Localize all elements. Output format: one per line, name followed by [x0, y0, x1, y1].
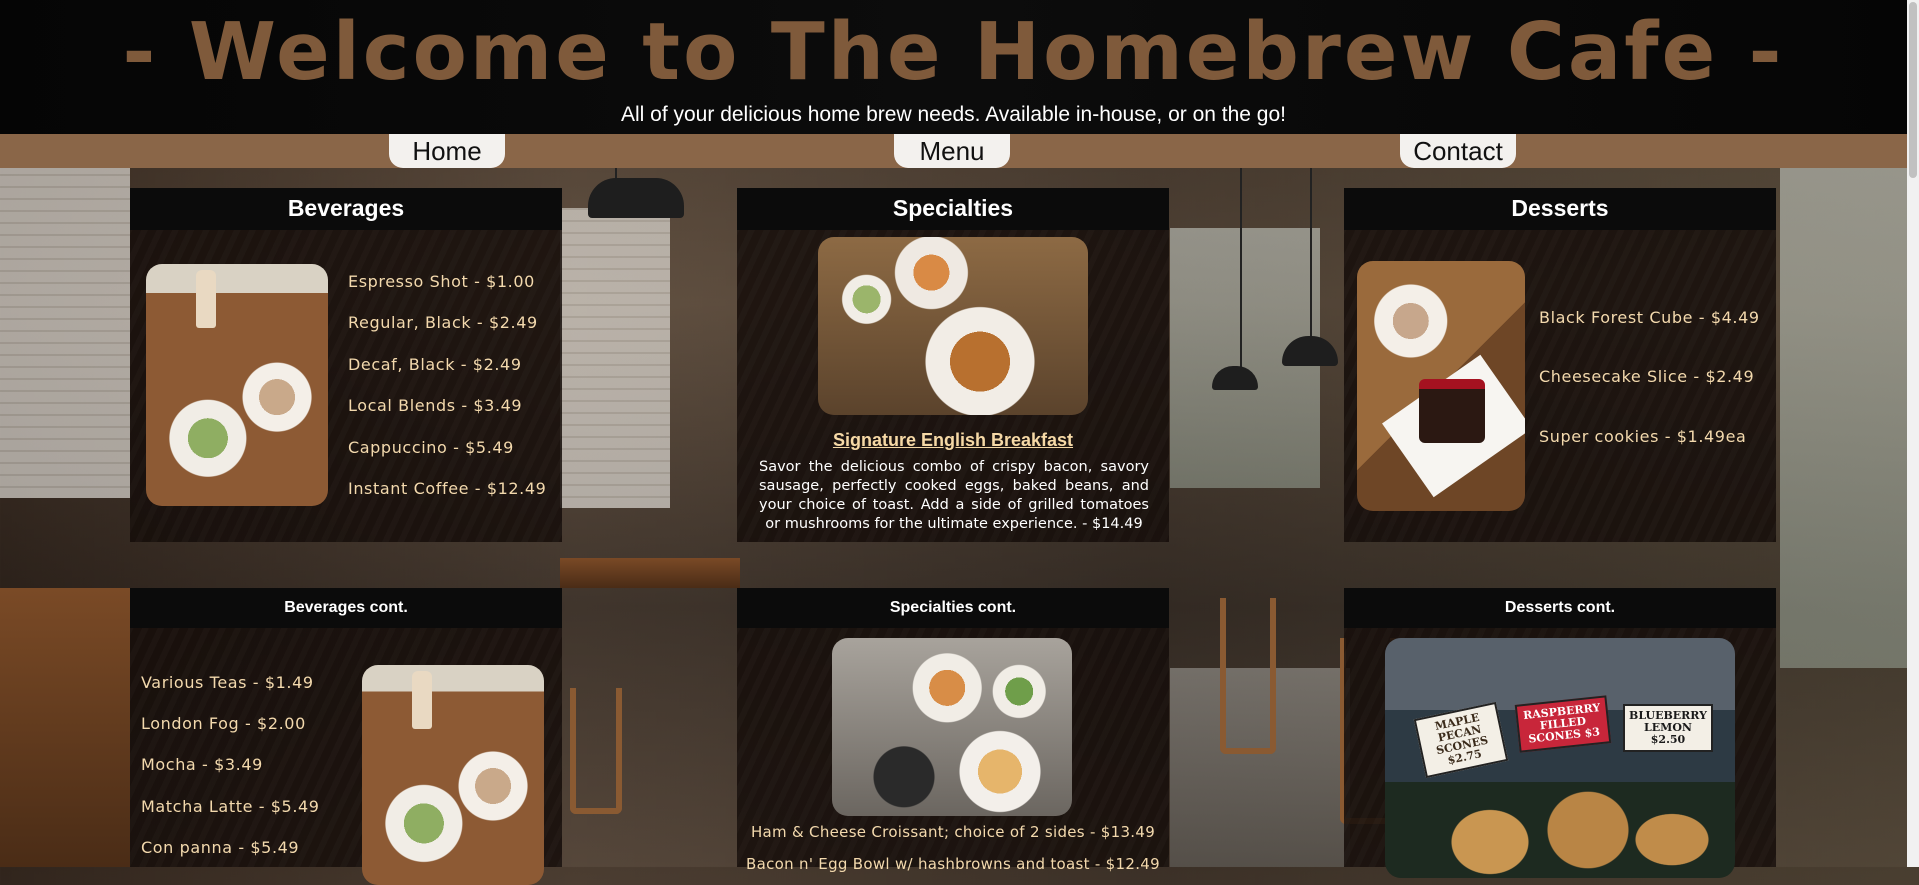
site-tagline: All of your delicious home brew needs. A… — [620, 103, 1287, 126]
desserts-cont-heading: Desserts cont. — [1344, 588, 1776, 628]
nav-menu-button[interactable]: Menu — [894, 134, 1010, 168]
menu-item: Espresso Shot - $1.00 — [348, 272, 535, 291]
menu-item: Decaf, Black - $2.49 — [348, 355, 522, 374]
beverages-card: Beverages Espresso Shot - $1.00 Regular,… — [130, 188, 562, 542]
menu-item: Bacon n' Egg Bowl w/ hashbrowns and toas… — [746, 855, 1160, 873]
beverages-cont-card: Beverages cont. Various Teas - $1.49 Lon… — [130, 588, 562, 885]
featured-dish-description: Savor the delicious combo of crispy baco… — [759, 459, 1149, 532]
nav-home-button[interactable]: Home — [389, 134, 505, 168]
menu-item: Cheesecake Slice - $2.49 — [1539, 367, 1755, 386]
menu-item: Con panna - $5.49 — [141, 838, 300, 857]
menu-item: Ham & Cheese Croissant; choice of 2 side… — [750, 823, 1156, 841]
specialties-cont-card: Specialties cont. Ham & Cheese Croissant… — [737, 588, 1169, 873]
coffee-photo — [362, 665, 544, 885]
desserts-cont-card: Desserts cont. MAPLE PECAN SCONES $2.75 … — [1344, 588, 1776, 878]
page-scrollbar[interactable] — [1907, 0, 1919, 867]
specialties-heading: Specialties — [737, 188, 1169, 230]
menu-item: Cappuccino - $5.49 — [348, 438, 514, 457]
desserts-card: Desserts Black Forest Cube - $4.49 Chees… — [1344, 188, 1776, 542]
cake-photo — [1357, 261, 1525, 511]
brunch-photo — [832, 638, 1072, 816]
main-nav: Home Menu Contact — [0, 134, 1907, 168]
coffee-photo — [146, 264, 328, 506]
site-title: - Welcome to The Homebrew Cafe - — [122, 6, 1785, 98]
menu-item: Black Forest Cube - $4.49 — [1539, 308, 1760, 327]
scrollbar-thumb[interactable] — [1909, 2, 1917, 178]
scone-sign: BLUEBERRY LEMON $2.50 — [1623, 704, 1713, 752]
menu-item: Instant Coffee - $12.49 — [348, 479, 547, 498]
desserts-heading: Desserts — [1344, 188, 1776, 230]
menu-item: Super cookies - $1.49ea — [1539, 427, 1747, 446]
menu-item: Mocha - $3.49 — [141, 755, 263, 774]
featured-dish-link[interactable]: Signature English Breakfast — [737, 430, 1169, 451]
beverages-heading: Beverages — [130, 188, 562, 230]
menu-item: London Fog - $2.00 — [141, 714, 306, 733]
beverages-cont-heading: Beverages cont. — [130, 588, 562, 628]
menu-item: Various Teas - $1.49 — [141, 673, 314, 692]
menu-item: Regular, Black - $2.49 — [348, 313, 538, 332]
site-header: - Welcome to The Homebrew Cafe - All of … — [0, 0, 1907, 134]
scone-sign: RASPBERRY FILLED SCONES $3 — [1514, 695, 1612, 753]
menu-item: Matcha Latte - $5.49 — [141, 797, 320, 816]
specialties-card: Specialties Signature English Breakfast … — [737, 188, 1169, 542]
nav-contact-button[interactable]: Contact — [1400, 134, 1516, 168]
specialties-cont-heading: Specialties cont. — [737, 588, 1169, 628]
menu-item: Local Blends - $3.49 — [348, 396, 523, 415]
breakfast-photo — [818, 237, 1088, 415]
scones-photo: MAPLE PECAN SCONES $2.75 RASPBERRY FILLE… — [1385, 638, 1735, 878]
scone-sign: MAPLE PECAN SCONES $2.75 — [1413, 701, 1509, 779]
